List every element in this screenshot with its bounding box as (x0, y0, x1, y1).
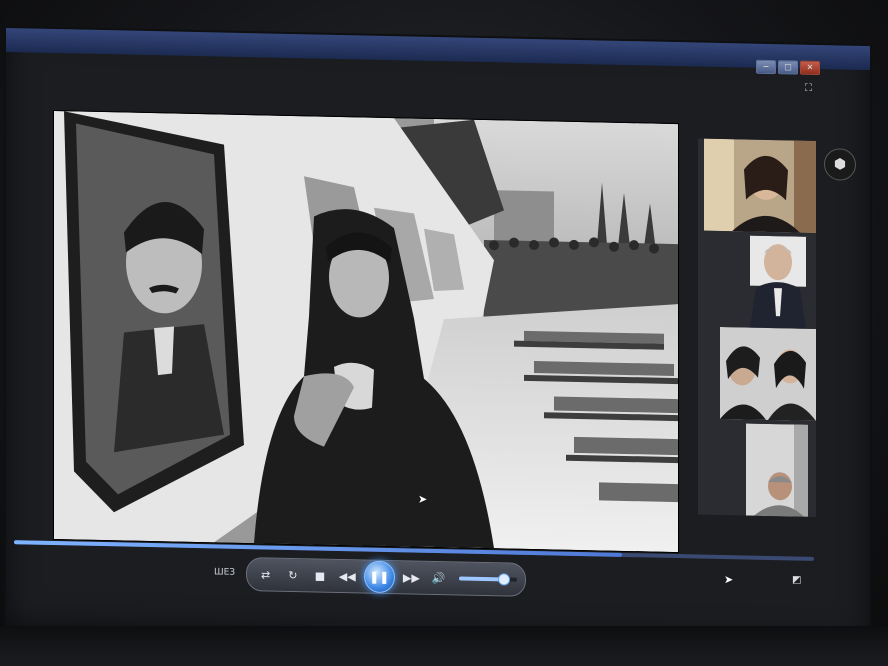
playback-controls: ⇄ ↻ ■ ◀◀ ❚❚ ▶▶ 🔊 (246, 557, 526, 597)
participant-tile[interactable] (746, 235, 808, 329)
volume-icon[interactable]: 🔊 (428, 571, 449, 584)
video-content (54, 111, 678, 553)
video-frame[interactable] (54, 111, 678, 553)
volume-knob[interactable] (497, 573, 510, 586)
participant-video (746, 423, 808, 517)
stop-button[interactable]: ■ (309, 569, 330, 582)
participants-panel (698, 138, 816, 517)
volume-slider[interactable] (459, 573, 517, 586)
mouse-cursor-icon: ➤ (418, 492, 428, 506)
monitor-bezel (0, 626, 888, 666)
participant-tile[interactable] (720, 326, 816, 421)
mouse-cursor-icon: ➤ (724, 573, 734, 587)
volume-fill (459, 576, 503, 582)
close-button[interactable]: ✕ (800, 60, 820, 76)
next-button[interactable]: ▶▶ (401, 571, 422, 584)
participant-video (746, 235, 808, 329)
media-player-window: − □ ✕ ⛶ ⬢ ШЕЗ ⇄ ↻ ■ ◀◀ ❚❚ ▶▶ 🔊 ◩ ➤ ➤ (6, 28, 870, 645)
fullscreen-icon[interactable]: ⛶ (805, 83, 812, 94)
window-controls: − □ ✕ (756, 59, 820, 76)
maximize-button[interactable]: □ (778, 60, 798, 75)
minimize-button[interactable]: − (756, 59, 776, 75)
participant-options-icon[interactable]: ⬢ (824, 148, 856, 181)
switch-to-library-icon[interactable]: ◩ (792, 574, 801, 585)
participant-video (720, 326, 816, 421)
previous-button[interactable]: ◀◀ (337, 569, 358, 582)
repeat-button[interactable]: ↻ (282, 568, 303, 581)
play-pause-button[interactable]: ❚❚ (363, 560, 395, 594)
participant-video (704, 138, 816, 233)
participant-tile[interactable] (704, 138, 816, 233)
layout-label: ШЕЗ (214, 567, 236, 578)
shuffle-button[interactable]: ⇄ (255, 568, 276, 581)
participant-tile[interactable] (746, 423, 808, 517)
